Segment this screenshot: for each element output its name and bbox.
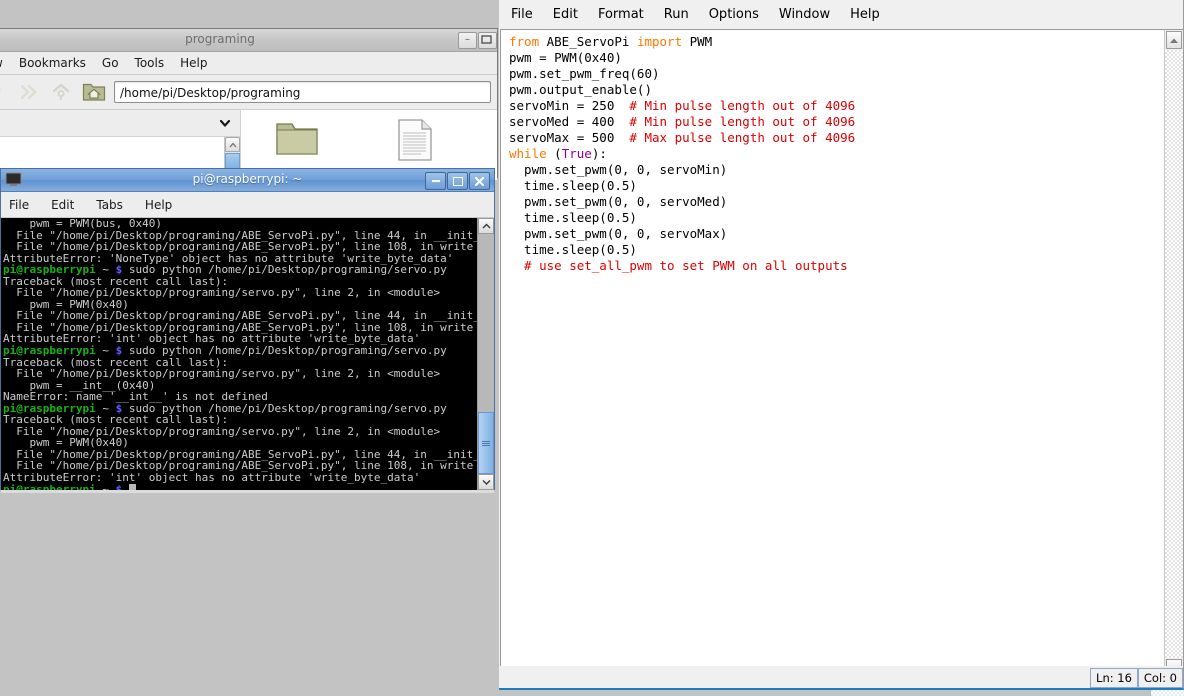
menu-item-help[interactable]: Help (145, 198, 172, 212)
close-button[interactable] (469, 172, 490, 190)
chevron-down-icon[interactable] (218, 116, 232, 130)
chevron-down-icon[interactable] (0, 80, 8, 104)
menu-item-format[interactable]: Format (598, 7, 644, 22)
menu-item-tabs[interactable]: Tabs (96, 198, 123, 212)
terminal-titlebar[interactable]: pi@raspberrypi: ~ (1, 169, 494, 192)
scroll-up-icon (1170, 38, 1178, 43)
close-icon (475, 176, 484, 186)
scroll-thumb[interactable] (225, 153, 240, 169)
editor-code[interactable]: from ABE_ServoPi import PWM pwm = PWM(0x… (509, 34, 1163, 274)
menu-item-help[interactable]: Help (850, 7, 880, 22)
file-manager-titlebar[interactable]: programing – (0, 29, 497, 52)
maximize-button[interactable] (447, 172, 468, 190)
terminal-output: pwm = PWM(bus, 0x40) File "/home/pi/Desk… (3, 218, 486, 490)
menu-item-tools[interactable]: Tools (135, 56, 165, 70)
scroll-up-button[interactable] (1166, 31, 1182, 49)
scroll-thumb[interactable] (478, 412, 494, 474)
scroll-up-button[interactable] (478, 218, 494, 234)
menu-item-run[interactable]: Run (664, 7, 689, 22)
sidebar-header[interactable]: y Tree (0, 110, 240, 137)
status-col: Col: 0 (1137, 668, 1183, 688)
terminal-menubar[interactable]: File Edit Tabs Help (1, 192, 494, 218)
menu-item-edit[interactable]: Edit (553, 7, 578, 22)
file-manager-menubar[interactable]: lit View Bookmarks Go Tools Help (0, 52, 497, 75)
minimize-button[interactable] (425, 172, 446, 190)
editor-menubar[interactable]: File Edit Format Run Options Window Help (499, 0, 1183, 29)
scroll-trough[interactable] (1165, 50, 1183, 658)
maximize-icon (481, 35, 492, 44)
terminal-window[interactable]: pi@raspberrypi: ~ File Edit Tabs Help pw… (0, 168, 495, 493)
up-arrow-icon[interactable] (48, 80, 74, 104)
menu-item-bookmarks[interactable]: Bookmarks (19, 56, 86, 70)
menu-item-options[interactable]: Options (709, 7, 759, 22)
editor-statusbar: Ln: 16 Col: 0 (1090, 668, 1183, 688)
editor-bottom-bar (499, 666, 1183, 686)
menu-item-file[interactable]: File (9, 198, 29, 212)
scroll-up-icon (482, 223, 490, 229)
maximize-button[interactable] (478, 32, 497, 49)
scroll-down-button[interactable] (478, 474, 494, 490)
menu-item-view[interactable]: View (0, 56, 3, 70)
forward-arrow-icon[interactable] (15, 80, 41, 104)
folder-icon (276, 123, 318, 155)
editor-vertical-scrollbar[interactable] (1164, 30, 1183, 678)
scroll-up-button[interactable] (225, 137, 240, 152)
idle-editor-window[interactable]: File Edit Format Run Options Window Help… (499, 0, 1184, 690)
file-manager-window[interactable]: programing – lit View Bookmarks Go Tools… (0, 28, 498, 180)
editor-text-area[interactable]: from ABE_ServoPi import PWM pwm = PWM(0x… (500, 29, 1183, 679)
menu-item-file[interactable]: File (511, 7, 533, 22)
terminal-title: pi@raspberrypi: ~ (192, 172, 303, 186)
menu-item-go[interactable]: Go (102, 56, 119, 70)
file-manager-title: programing (185, 32, 255, 46)
menu-item-window[interactable]: Window (779, 7, 830, 22)
menu-item-edit[interactable]: Edit (51, 198, 74, 212)
path-input[interactable]: /home/pi/Desktop/programing (114, 81, 491, 103)
home-folder-icon[interactable] (81, 80, 107, 104)
scroll-down-icon (482, 480, 490, 485)
menu-item-help[interactable]: Help (180, 56, 207, 70)
minimize-button[interactable]: – (458, 32, 477, 49)
terminal-statusbar (1, 490, 494, 493)
terminal-screen[interactable]: pwm = PWM(bus, 0x40) File "/home/pi/Desk… (1, 218, 494, 490)
document-icon (398, 119, 432, 161)
file-manager-toolbar[interactable]: /home/pi/Desktop/programing (0, 75, 497, 110)
status-line: Ln: 16 (1090, 668, 1138, 688)
terminal-scrollbar[interactable] (477, 218, 494, 490)
scroll-up-icon (229, 142, 236, 147)
